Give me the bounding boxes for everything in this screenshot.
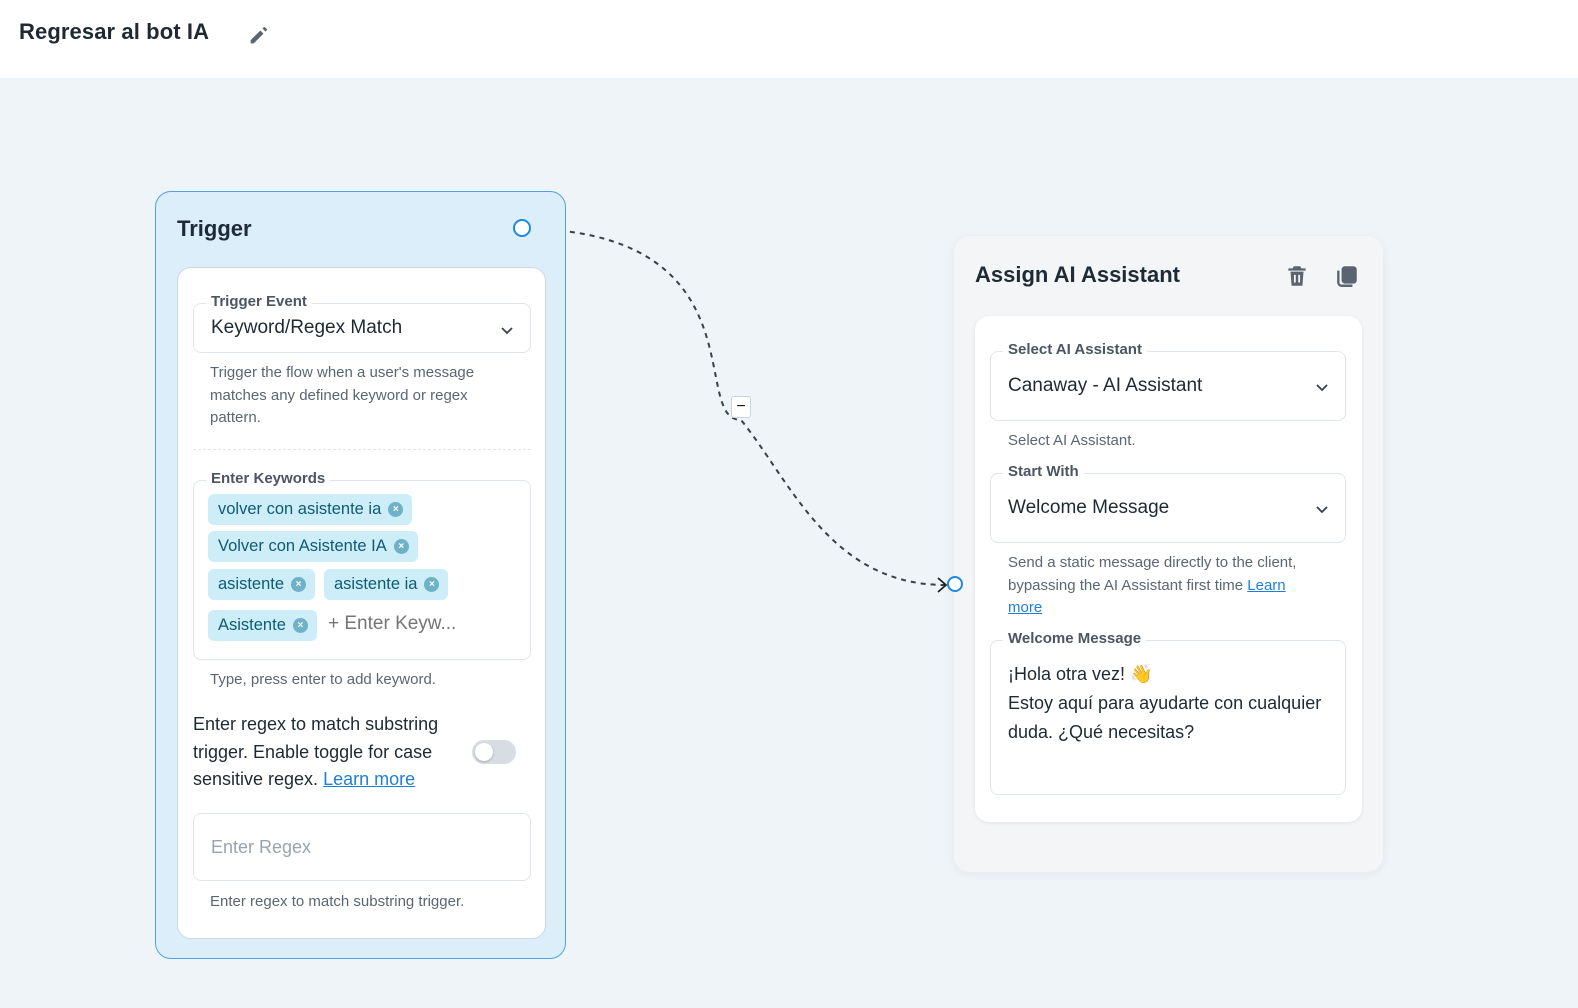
copy-icon bbox=[1337, 266, 1357, 287]
edge-remove-button[interactable]: − bbox=[731, 396, 751, 418]
trigger-event-helper: Trigger the flow when a user's message m… bbox=[210, 364, 475, 426]
remove-chip-icon[interactable]: × bbox=[393, 539, 409, 554]
welcome-message-field[interactable]: Welcome Message ¡Hola otra vez! 👋 Estoy … bbox=[990, 630, 1346, 795]
start-with-label: Start With bbox=[1003, 463, 1084, 480]
start-with-helper: Send a static message directly to the cl… bbox=[1008, 552, 1318, 620]
start-with-value: Welcome Message bbox=[1008, 497, 1170, 518]
keyword-chip: Volver con Asistente IA × bbox=[208, 531, 418, 562]
keyword-chip-label: Asistente bbox=[218, 616, 286, 634]
select-ai-assistant[interactable]: Select AI Assistant Canaway - AI Assista… bbox=[990, 341, 1346, 421]
pencil-icon bbox=[250, 27, 267, 44]
keyword-chip: Asistente × bbox=[208, 610, 317, 641]
select-ai-assistant-value: Canaway - AI Assistant bbox=[1008, 375, 1203, 396]
trigger-event-label: Trigger Event bbox=[206, 293, 312, 310]
keyword-chip: asistente ia × bbox=[324, 569, 449, 600]
section-divider bbox=[193, 449, 531, 450]
assign-node-title: Assign AI Assistant bbox=[975, 262, 1180, 287]
remove-chip-icon[interactable]: × bbox=[292, 618, 308, 633]
input-port[interactable] bbox=[947, 576, 963, 592]
regex-input[interactable] bbox=[193, 813, 531, 881]
trigger-event-value: Keyword/Regex Match bbox=[211, 317, 403, 338]
case-sensitive-toggle[interactable] bbox=[472, 740, 516, 764]
regex-description: Enter regex to match substring trigger. … bbox=[193, 711, 463, 794]
keyword-chip-label: asistente bbox=[218, 575, 285, 593]
regex-learn-more-link[interactable]: Learn more bbox=[323, 769, 415, 789]
chevron-down-icon bbox=[501, 327, 513, 335]
flow-title: Regresar al bot IA bbox=[19, 19, 210, 44]
keywords-field[interactable]: Enter Keywords volver con asistente ia ×… bbox=[193, 470, 531, 660]
keywords-label: Enter Keywords bbox=[206, 470, 331, 487]
delete-node-button[interactable] bbox=[1281, 260, 1313, 292]
welcome-message-label: Welcome Message bbox=[1003, 630, 1147, 647]
trigger-event-select[interactable]: Trigger Event Keyword/Regex Match bbox=[193, 293, 531, 353]
toggle-knob bbox=[475, 743, 493, 761]
remove-chip-icon[interactable]: × bbox=[291, 577, 307, 592]
chevron-down-icon bbox=[1316, 384, 1328, 392]
chevron-down-icon bbox=[1316, 506, 1328, 514]
trigger-node-title: Trigger bbox=[177, 216, 252, 241]
remove-chip-icon[interactable]: × bbox=[424, 577, 440, 592]
assign-card: Select AI Assistant Canaway - AI Assista… bbox=[975, 316, 1362, 822]
keyword-chip-label: asistente ia bbox=[334, 575, 418, 593]
assign-ai-assistant-node[interactable]: Assign AI Assistant Select AI Assistant … bbox=[954, 236, 1383, 872]
keyword-chip-label: Volver con Asistente IA bbox=[218, 537, 387, 555]
welcome-message-textarea[interactable]: ¡Hola otra vez! 👋 Estoy aquí para ayudar… bbox=[1008, 660, 1328, 747]
keyword-input[interactable] bbox=[328, 613, 498, 635]
keyword-chip: asistente × bbox=[208, 569, 316, 600]
trash-icon bbox=[1288, 266, 1306, 286]
keywords-helper: Type, press enter to add keyword. bbox=[210, 671, 436, 688]
keyword-chip: volver con asistente ia × bbox=[208, 494, 413, 525]
select-ai-assistant-label: Select AI Assistant bbox=[1003, 341, 1147, 358]
regex-helper: Enter regex to match substring trigger. bbox=[210, 893, 465, 910]
top-bar: Regresar al bot IA bbox=[0, 0, 1578, 78]
output-port[interactable] bbox=[513, 219, 531, 237]
trigger-node[interactable]: Trigger Trigger Event Keyword/Regex Matc… bbox=[155, 191, 566, 959]
trigger-card: Trigger Event Keyword/Regex Match Trigge… bbox=[177, 267, 546, 939]
remove-chip-icon[interactable]: × bbox=[388, 502, 404, 517]
select-ai-assistant-helper: Select AI Assistant. bbox=[1008, 432, 1136, 449]
duplicate-node-button[interactable] bbox=[1331, 260, 1363, 292]
start-with-select[interactable]: Start With Welcome Message bbox=[990, 463, 1346, 543]
edit-title-button[interactable] bbox=[246, 20, 274, 48]
keyword-chip-label: volver con asistente ia bbox=[218, 500, 382, 518]
